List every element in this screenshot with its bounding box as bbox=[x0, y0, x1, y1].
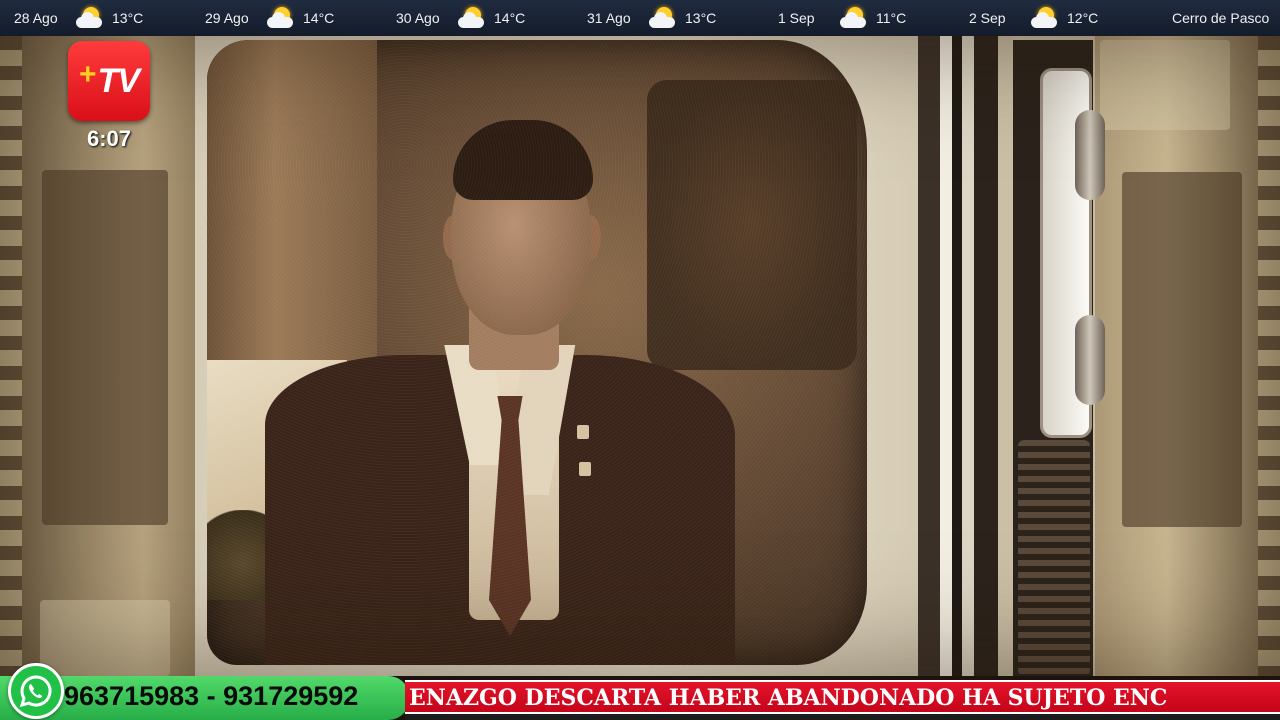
whatsapp-glyph bbox=[19, 675, 52, 708]
tv-knob bbox=[1075, 315, 1105, 405]
tv-knob bbox=[1075, 110, 1105, 200]
weather-date: 30 Ago bbox=[396, 10, 440, 26]
film-perforation-left bbox=[0, 36, 22, 676]
ticker-text: ENAZGO DESCARTA HABER ABANDONADO HA SUJE… bbox=[409, 685, 1168, 711]
partly-cloudy-icon bbox=[1029, 6, 1059, 30]
weather-date: 2 Sep bbox=[969, 10, 1006, 26]
film-grain bbox=[207, 40, 867, 665]
film-cell bbox=[42, 170, 168, 525]
weather-day: 31 Ago 13°C bbox=[573, 6, 764, 30]
weather-temp: 12°C bbox=[1067, 10, 1099, 26]
weather-day: 28 Ago 13°C bbox=[0, 6, 191, 30]
tv-screen-video bbox=[207, 40, 867, 665]
weather-date: 29 Ago bbox=[205, 10, 249, 26]
tv-speaker-grille bbox=[1018, 440, 1090, 676]
weather-date: 28 Ago bbox=[14, 10, 58, 26]
film-cell bbox=[1100, 40, 1230, 130]
partly-cloudy-icon bbox=[838, 6, 868, 30]
weather-day: 30 Ago 14°C bbox=[382, 6, 573, 30]
weather-temp: 11°C bbox=[876, 10, 907, 26]
weather-temp: 14°C bbox=[494, 10, 526, 26]
clock-time: 6:07 bbox=[86, 126, 132, 151]
tv-bezel bbox=[918, 36, 1013, 676]
weather-bar: 28 Ago 13°C 29 Ago 14°C 30 Ago 14°C 31 A… bbox=[0, 0, 1280, 36]
news-ticker: ENAZGO DESCARTA HABER ABANDONADO HA SUJE… bbox=[405, 680, 1280, 714]
weather-temp: 13°C bbox=[685, 10, 717, 26]
partly-cloudy-icon bbox=[647, 6, 677, 30]
weather-day: 2 Sep 12°C bbox=[955, 6, 1146, 30]
weather-temp: 14°C bbox=[303, 10, 335, 26]
ticker-underline bbox=[405, 714, 1280, 720]
contact-phones: 963715983 - 931729592 bbox=[64, 681, 359, 711]
weather-day: 29 Ago 14°C bbox=[191, 6, 382, 30]
film-perforation-right bbox=[1258, 36, 1280, 676]
weather-location: Cerro de Pasco bbox=[1172, 10, 1270, 26]
whatsapp-icon bbox=[8, 663, 64, 719]
weather-date: 1 Sep bbox=[778, 10, 815, 26]
channel-logo: + TV bbox=[68, 41, 150, 121]
partly-cloudy-icon bbox=[265, 6, 295, 30]
weather-temp: 13°C bbox=[112, 10, 144, 26]
film-cell bbox=[40, 600, 170, 676]
logo-text: TV bbox=[97, 61, 140, 100]
partly-cloudy-icon bbox=[74, 6, 104, 30]
weather-date: 31 Ago bbox=[587, 10, 631, 26]
weather-day: 1 Sep 11°C bbox=[764, 6, 955, 30]
partly-cloudy-icon bbox=[456, 6, 486, 30]
logo-plus: + bbox=[79, 58, 97, 91]
film-cell bbox=[1122, 172, 1242, 527]
